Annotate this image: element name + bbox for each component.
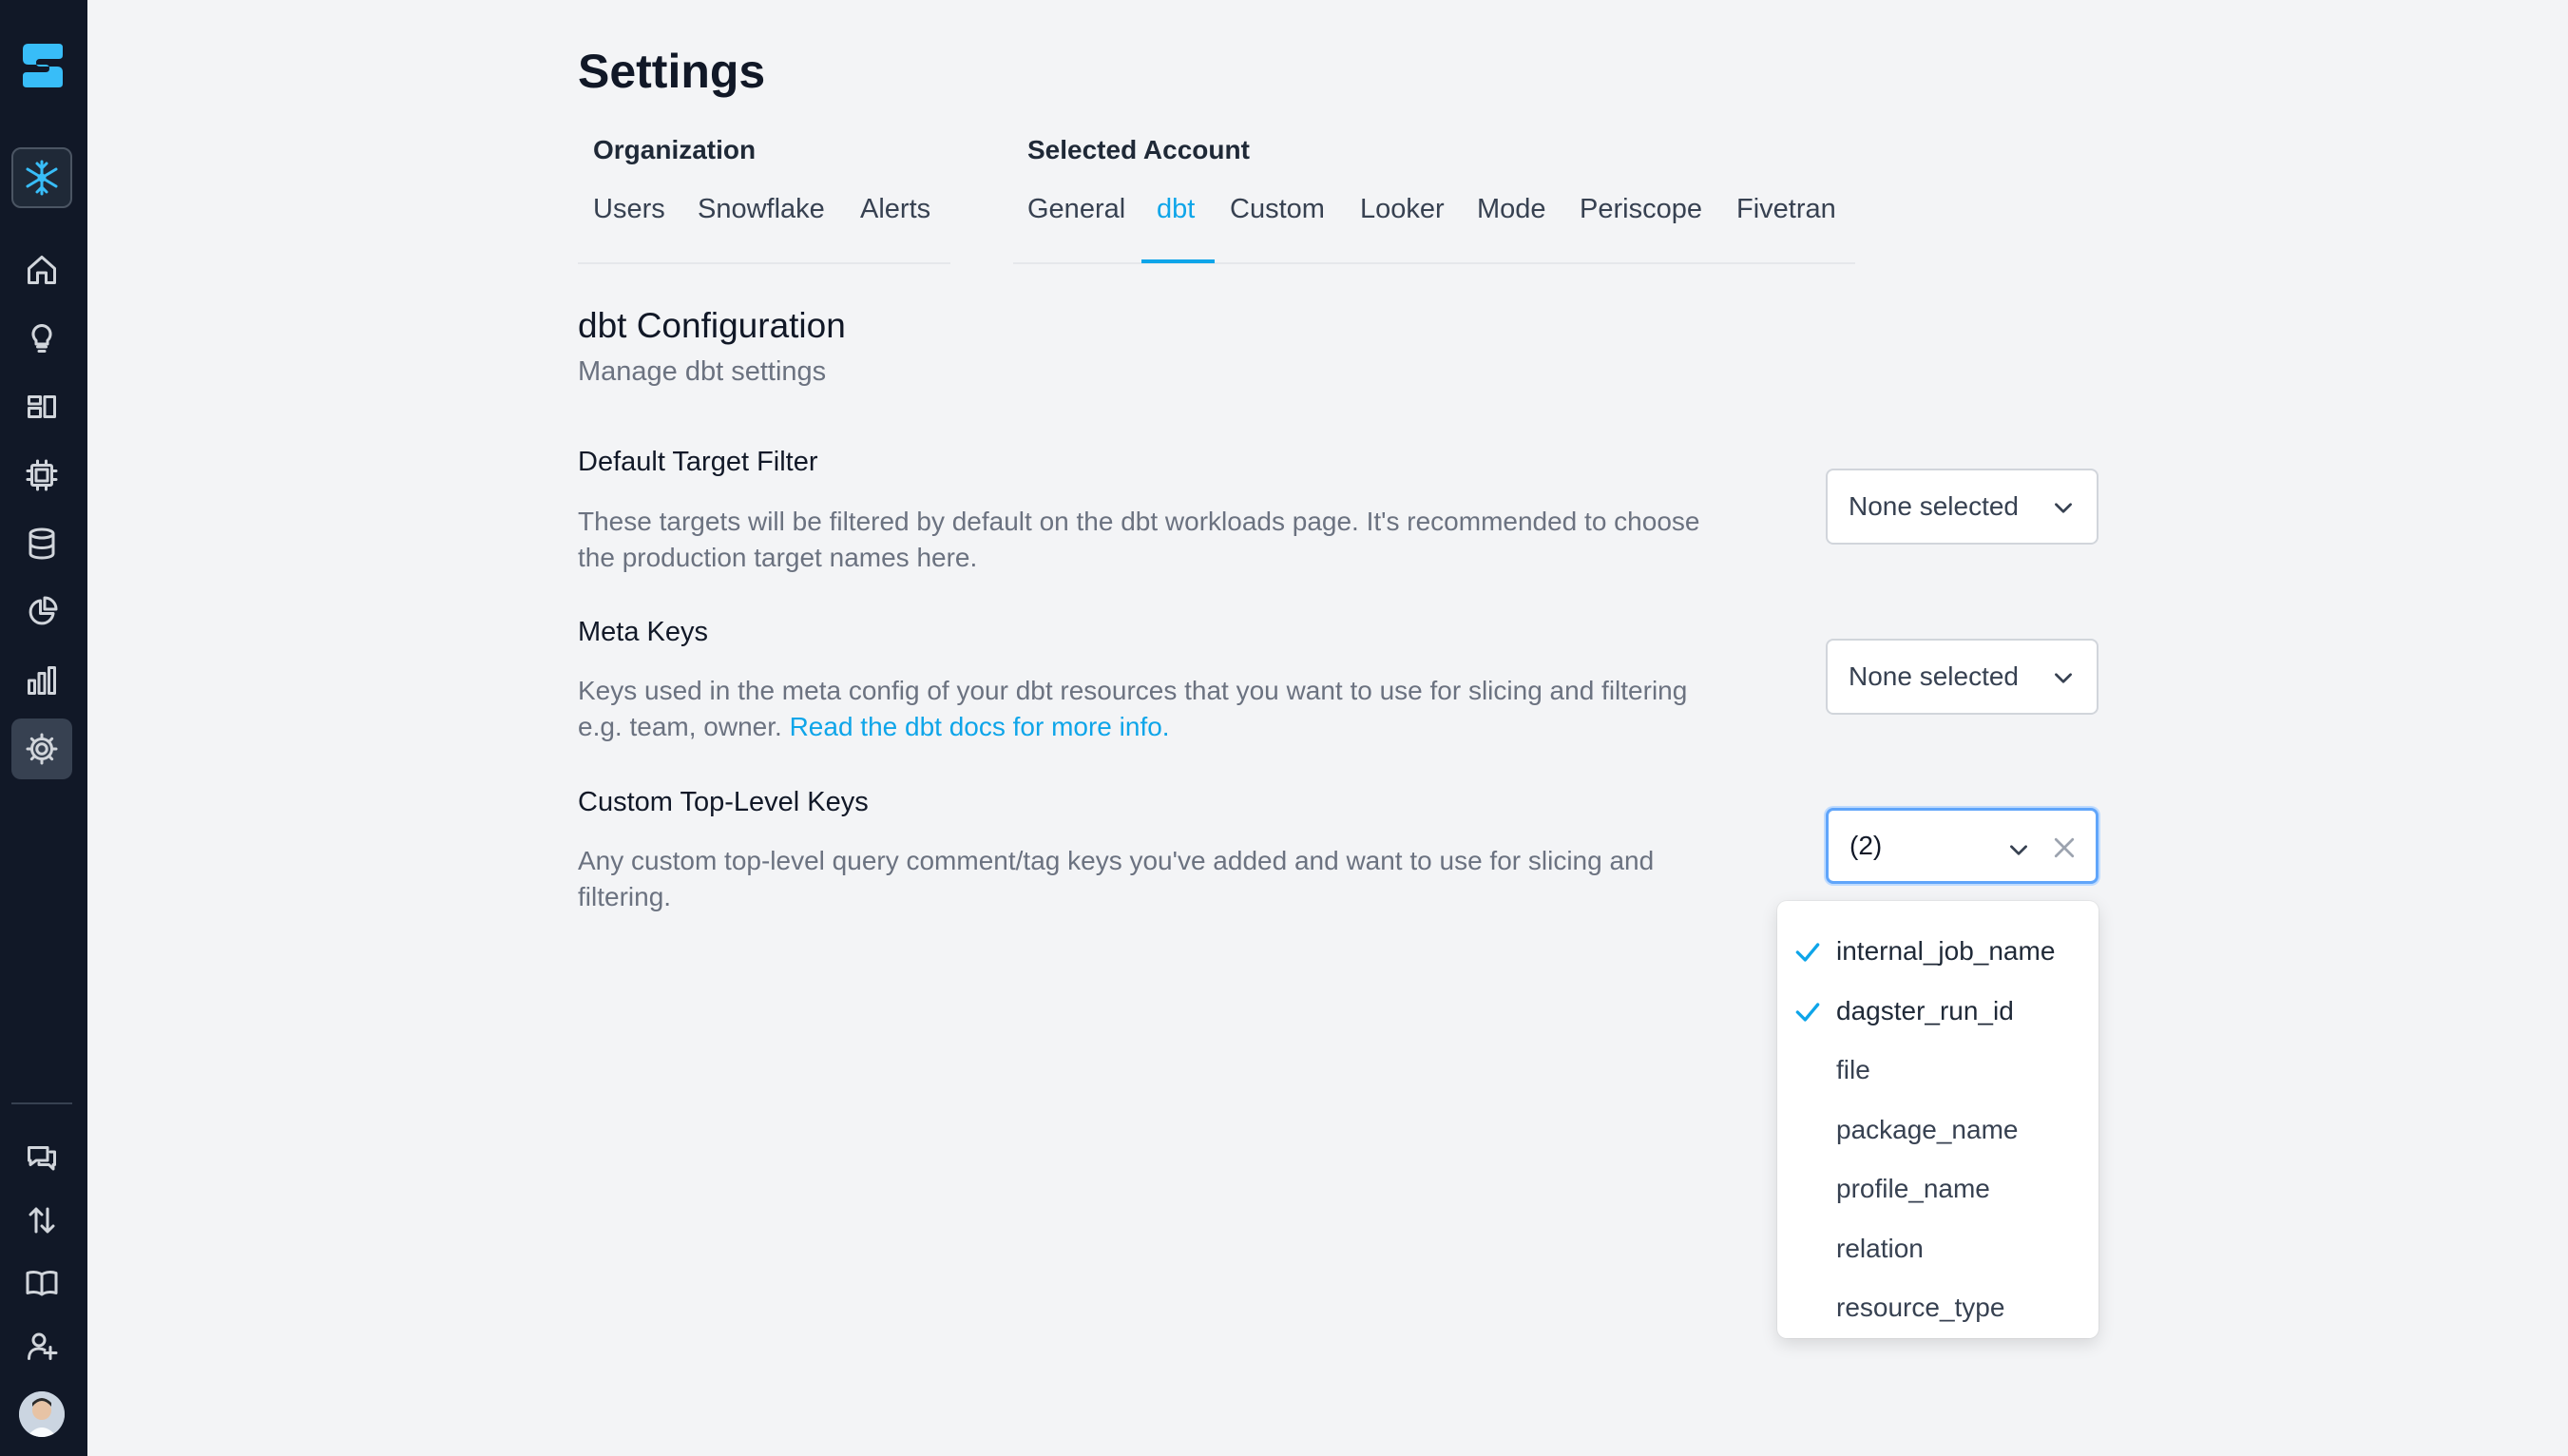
meta-keys-label: Meta Keys: [578, 617, 708, 647]
database-icon[interactable]: [11, 513, 72, 574]
section-title: dbt Configuration: [578, 306, 846, 345]
dropdown-option-label: internal_job_name: [1836, 936, 2056, 967]
dropdown-option[interactable]: package_name: [1777, 1101, 2098, 1160]
sidebar-divider: [11, 1102, 72, 1104]
book-icon[interactable]: [11, 1253, 72, 1313]
sidebar: [0, 0, 87, 1456]
dropdown-option[interactable]: resource_type: [1777, 1278, 2098, 1338]
tab-mode[interactable]: Mode: [1477, 194, 1546, 225]
snowflake-icon[interactable]: [11, 147, 72, 208]
tab-group-organization-label: Organization: [593, 135, 757, 164]
meta-keys-select[interactable]: None selected: [1826, 639, 2098, 715]
tab-general[interactable]: General: [1027, 194, 1125, 225]
custom-top-level-keys-select[interactable]: (2): [1826, 808, 2098, 884]
chip-icon[interactable]: [11, 445, 72, 506]
clear-icon[interactable]: [2050, 833, 2079, 862]
default-target-desc-line2: the production target names here.: [578, 543, 978, 572]
tab-divider-selected-account: [1013, 262, 1855, 264]
check-icon: [1795, 1002, 1820, 1022]
chevron-down-icon[interactable]: [2006, 837, 2031, 862]
check-icon: [1795, 943, 1820, 962]
dbt-docs-link[interactable]: Read the dbt docs for more info.: [790, 712, 1170, 741]
chevron-down-icon: [2055, 503, 2072, 513]
custom-keys-desc-line1: Any custom top-level query comment/tag k…: [578, 846, 1655, 875]
dropdown-option-label: dagster_run_id: [1836, 995, 2014, 1025]
section-subtitle: Manage dbt settings: [578, 356, 827, 387]
lightbulb-icon[interactable]: [11, 308, 72, 369]
custom-top-level-keys-description: Any custom top-level query comment/tag k…: [578, 843, 1794, 915]
tab-dbt[interactable]: dbt: [1157, 194, 1195, 225]
meta-keys-description: Keys used in the meta config of your dbt…: [578, 673, 1794, 745]
meta-keys-desc-prefix: e.g. team, owner.: [578, 712, 790, 741]
tab-active-indicator: [1141, 259, 1215, 263]
home-icon[interactable]: [11, 239, 72, 300]
tab-divider-organization: [578, 262, 950, 264]
page-title: Settings: [578, 45, 766, 98]
chevron-down-icon: [2055, 673, 2072, 683]
tab-looker[interactable]: Looker: [1360, 194, 1445, 225]
tab-custom[interactable]: Custom: [1230, 194, 1325, 225]
avatar[interactable]: [19, 1391, 65, 1437]
bar-chart-icon[interactable]: [11, 650, 72, 711]
dashboard-icon[interactable]: [11, 376, 72, 437]
custom-keys-dropdown: internal_job_name dagster_run_id file pa…: [1777, 901, 2098, 1338]
tab-group-selected-account-label: Selected Account: [1027, 135, 1250, 164]
default-target-select-value: None selected: [1849, 491, 2020, 521]
default-target-filter-label: Default Target Filter: [578, 447, 818, 477]
logo-icon[interactable]: [21, 42, 65, 89]
default-target-filter-description: These targets will be filtered by defaul…: [578, 504, 1794, 576]
dropdown-option-label: relation: [1836, 1233, 1924, 1263]
tab-snowflake[interactable]: Snowflake: [698, 194, 825, 225]
pie-chart-icon[interactable]: [11, 582, 72, 642]
custom-keys-select-value: (2): [1849, 831, 1883, 860]
dropdown-option-label: resource_type: [1836, 1293, 2005, 1323]
tab-periscope[interactable]: Periscope: [1580, 194, 1702, 225]
meta-keys-desc-line2: e.g. team, owner. Read the dbt docs for …: [578, 709, 1794, 745]
default-target-desc-line1: These targets will be filtered by defaul…: [578, 507, 1700, 536]
tab-alerts[interactable]: Alerts: [860, 194, 930, 225]
chat-icon[interactable]: [11, 1127, 72, 1188]
sort-arrows-icon[interactable]: [11, 1190, 72, 1251]
tab-users[interactable]: Users: [593, 194, 665, 225]
dropdown-option[interactable]: internal_job_name: [1777, 922, 2098, 982]
dropdown-option[interactable]: file: [1777, 1041, 2098, 1101]
custom-top-level-keys-label: Custom Top-Level Keys: [578, 787, 869, 817]
add-user-icon[interactable]: [11, 1315, 72, 1376]
dropdown-option[interactable]: relation: [1777, 1219, 2098, 1279]
dropdown-option-label: file: [1836, 1055, 1870, 1085]
custom-keys-desc-line2: filtering.: [578, 882, 672, 911]
dropdown-option[interactable]: dagster_run_id: [1777, 982, 2098, 1042]
default-target-filter-select[interactable]: None selected: [1826, 469, 2098, 545]
dropdown-option-label: package_name: [1836, 1114, 2019, 1144]
gear-icon[interactable]: [11, 718, 72, 779]
tab-fivetran[interactable]: Fivetran: [1736, 194, 1836, 225]
meta-keys-select-value: None selected: [1849, 661, 2020, 691]
meta-keys-desc-line1: Keys used in the meta config of your dbt…: [578, 676, 1688, 705]
dropdown-option-label: profile_name: [1836, 1174, 1990, 1204]
dropdown-option[interactable]: profile_name: [1777, 1159, 2098, 1219]
